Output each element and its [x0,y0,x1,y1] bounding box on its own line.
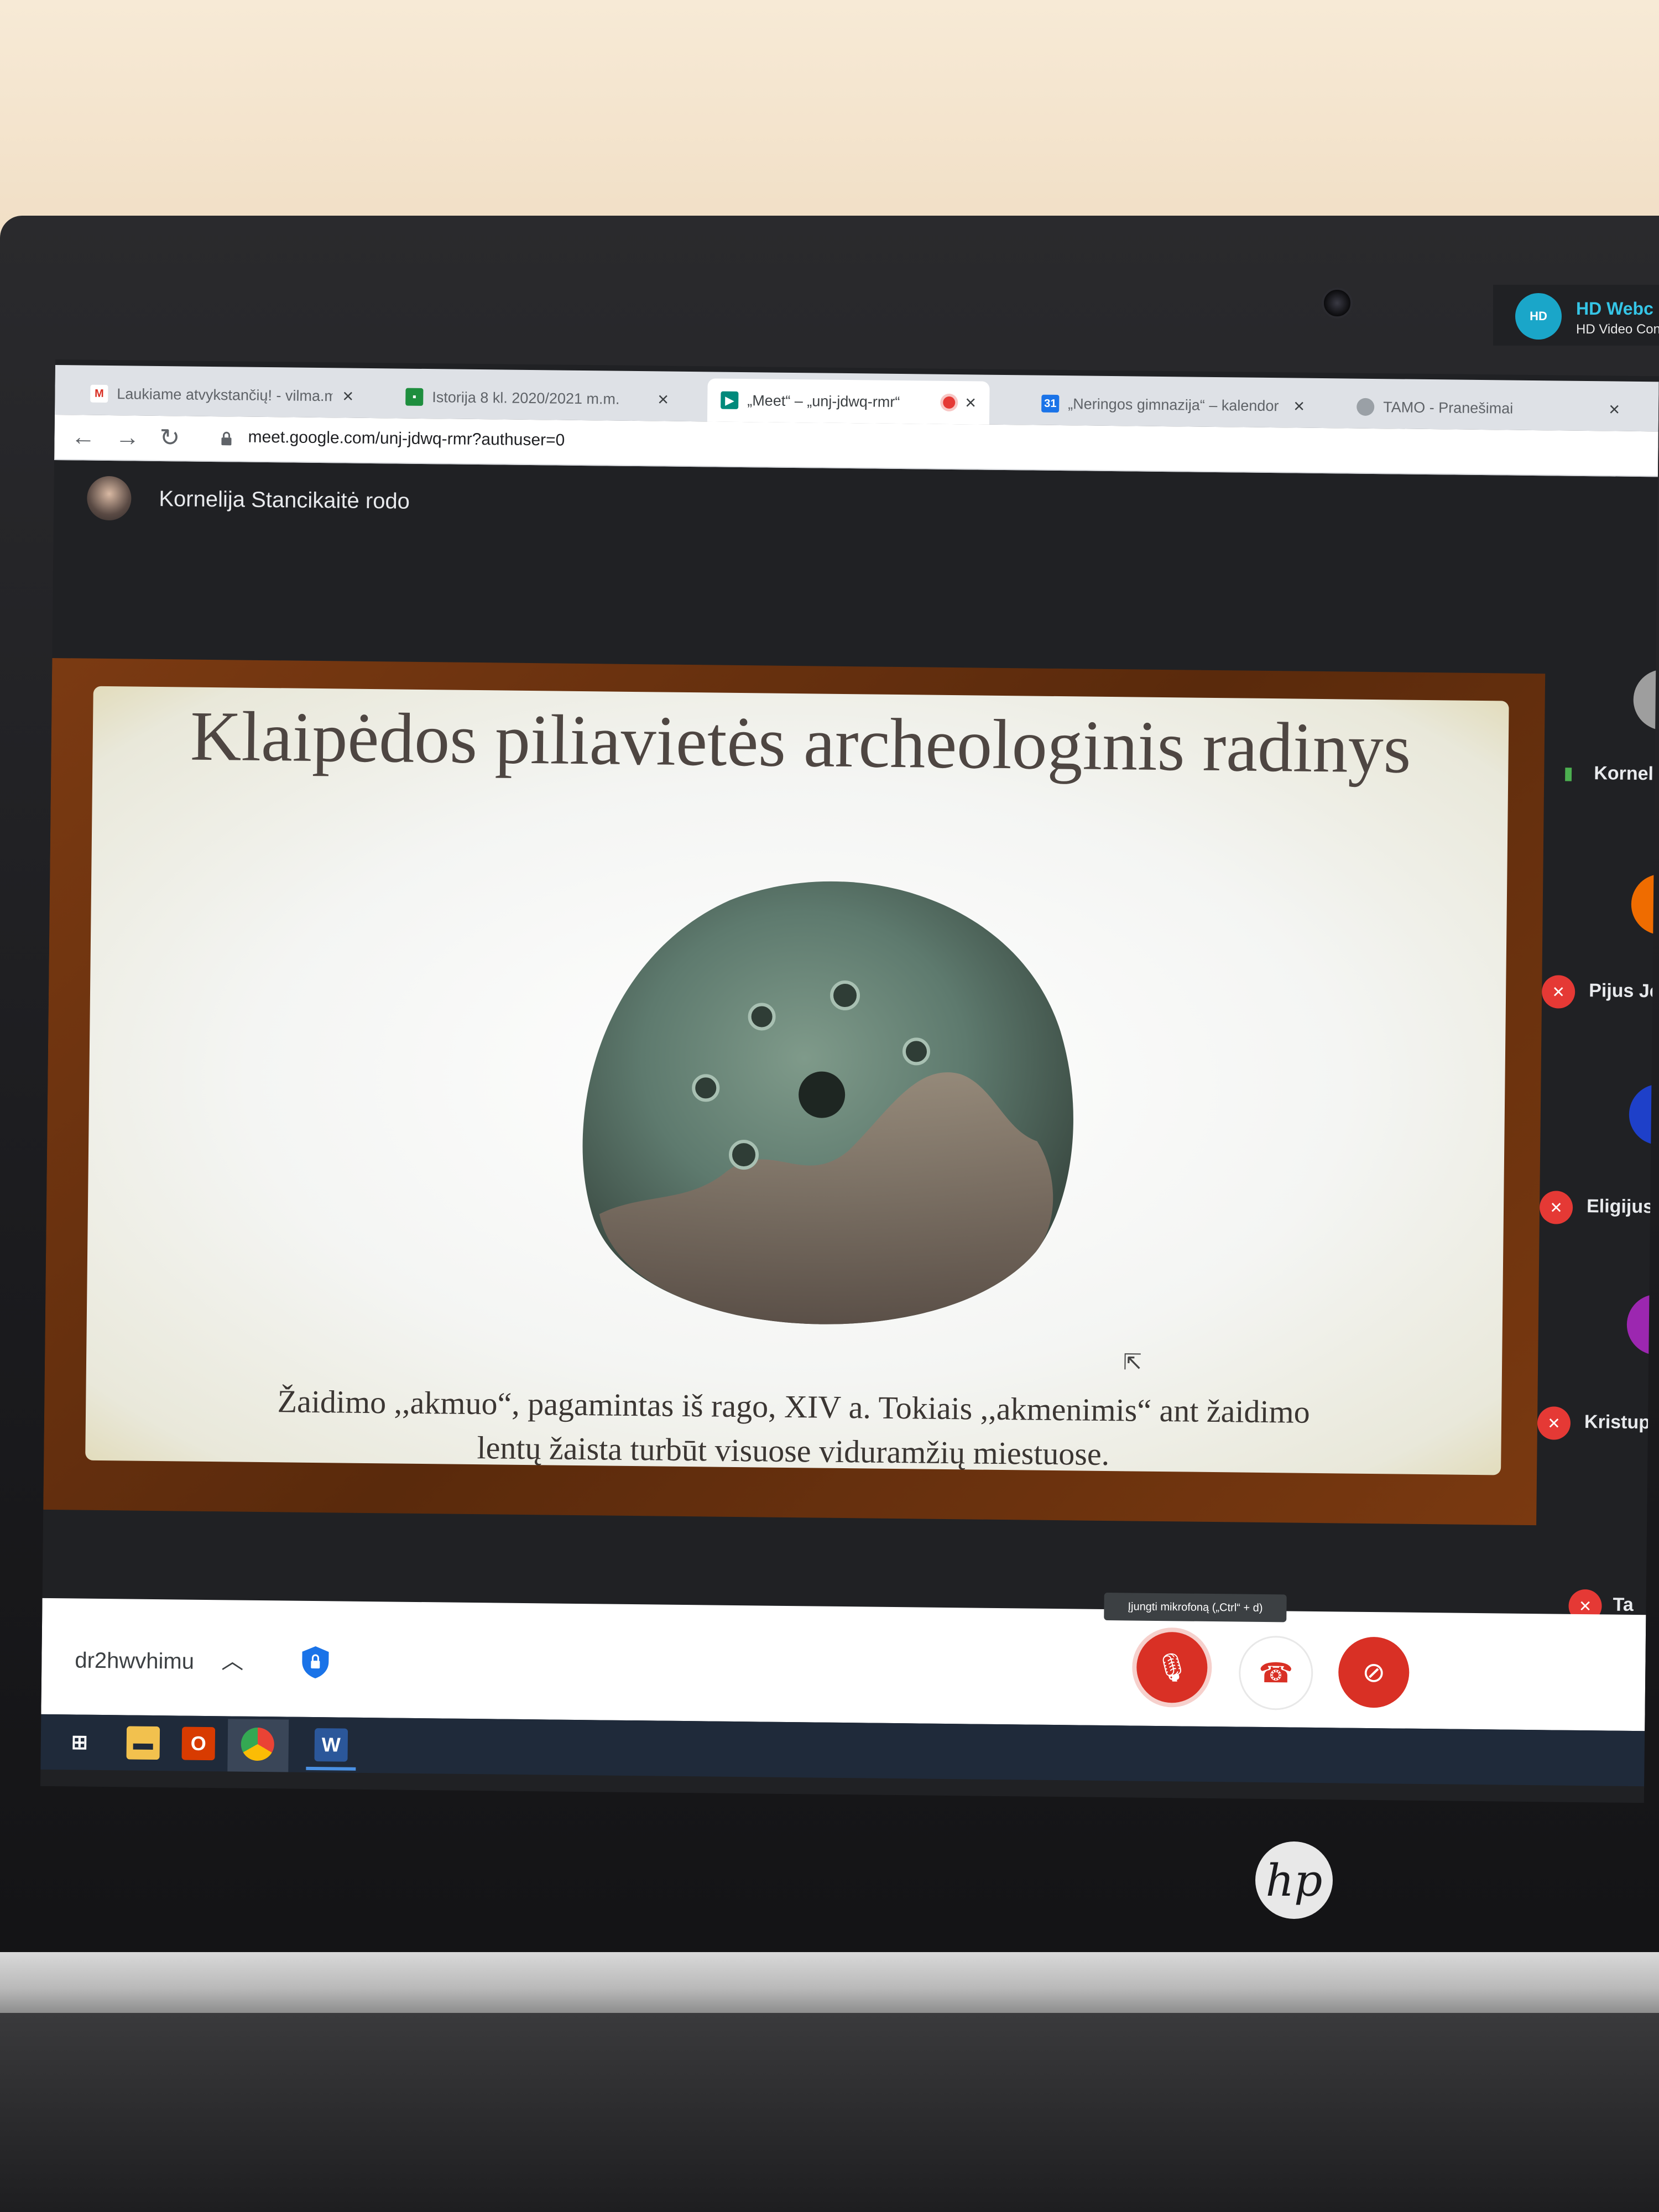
participant-name: Ta [1613,1594,1634,1616]
chevron-up-icon[interactable]: ︿ [221,1643,244,1675]
artifact-image [582,881,1073,1324]
calendar-icon: 31 [1041,394,1060,413]
lock-icon [221,431,232,446]
close-icon[interactable]: × [1293,395,1305,417]
word-icon[interactable]: W [314,1728,348,1762]
meeting-code[interactable]: dr2hwvhimu [75,1648,194,1674]
reload-icon[interactable]: ↻ [159,422,180,453]
camera-toggle-button[interactable]: ⊘ [1338,1636,1410,1708]
tab-label: „Meet“ – „unj-jdwq-rmr“ [747,392,900,410]
presenter-avatar [86,476,132,521]
participant-name: Kornel [1594,763,1654,785]
hp-logo: hp [1255,1841,1333,1919]
office-icon[interactable]: O [181,1726,216,1761]
tab-tamo[interactable]: TAMO - Pranešimai × [1343,385,1634,431]
close-icon[interactable]: × [658,389,669,410]
hangup-button[interactable]: ☎ [1238,1635,1313,1710]
tab-meet[interactable]: ▶ „Meet“ – „unj-jdwq-rmr“ × [707,378,990,425]
webcam-camera-icon: HD [1515,293,1562,340]
meet-icon: ▶ [721,391,739,409]
participant-avatar[interactable] [1633,669,1659,731]
mic-off-icon: 🎙 [1154,1651,1190,1683]
mic-toggle-button[interactable]: 🎙 [1136,1631,1208,1703]
gmail-icon: M [90,384,108,403]
participant-name: Kristupas [1584,1411,1659,1433]
tab-label: Laukiame atvykstančių! - vilma.m [117,385,333,404]
slide-title: Klaipėdos piliavietės archeologinis radi… [190,696,1412,788]
mic-off-icon: ✕ [1541,975,1575,1009]
shield-lock-icon[interactable] [299,1644,332,1680]
recording-icon [943,396,956,409]
tab-label: TAMO - Pranešimai [1383,398,1514,417]
close-icon[interactable]: × [1609,399,1620,420]
laptop-hinge [0,1952,1659,2013]
participant-name: Pijus Je [1589,980,1659,1002]
webcam-lens [1322,288,1353,319]
close-icon[interactable]: × [965,392,976,414]
camera-off-icon: ⊘ [1362,1656,1386,1688]
tamo-icon [1357,398,1375,416]
file-explorer-icon[interactable]: ▬ [126,1726,160,1760]
tab-label: Istorija 8 kl. 2020/2021 m.m. [432,388,620,408]
mic-off-icon: ✕ [1537,1406,1571,1440]
classroom-icon: ▪ [405,388,424,406]
presenter-label: Kornelija Stancikaitė rodo [159,486,410,514]
hangup-icon: ☎ [1258,1657,1293,1689]
webcam-badge-title: HD Webc [1576,299,1653,319]
chrome-icon[interactable] [241,1727,275,1761]
slide-caption: Žaidimo ,,akmuo“, pagamintas iš rago, XI… [85,1378,1502,1481]
back-icon[interactable]: ← [71,421,96,452]
laptop-screen: M Laukiame atvykstančių! - vilma.m × ▪ I… [40,359,1659,1803]
forward-icon[interactable]: → [115,422,140,453]
speaking-indicator-icon: ▮ [1563,763,1574,783]
mic-tooltip: Įjungti mikrofoną („Ctrl“ + d) [1104,1592,1287,1623]
tab-label: „Neringos gimnazija“ – kalendor [1068,395,1279,414]
participant-name: Eligijus S [1586,1196,1659,1218]
tab-gmail[interactable]: M Laukiame atvykstančių! - vilma.m × [77,372,367,418]
tab-calendar[interactable]: 31 „Neringos gimnazija“ – kalendor × [1028,382,1318,427]
windows-start-icon[interactable]: ⊞ [63,1725,97,1759]
url-field[interactable]: meet.google.com/unj-jdwq-rmr?authuser=0 [248,428,565,450]
webcam-badge-subtitle: HD Video Con [1576,322,1659,337]
wall-background [0,0,1659,232]
mouse-cursor-icon: ⇱ [1123,1350,1142,1375]
laptop-base [0,2013,1659,2212]
mic-off-icon: ✕ [1539,1191,1573,1224]
close-icon[interactable]: × [342,385,353,407]
tab-classroom[interactable]: ▪ Istorija 8 kl. 2020/2021 m.m. × [392,375,682,421]
taskbar-open-indicator [306,1766,356,1771]
